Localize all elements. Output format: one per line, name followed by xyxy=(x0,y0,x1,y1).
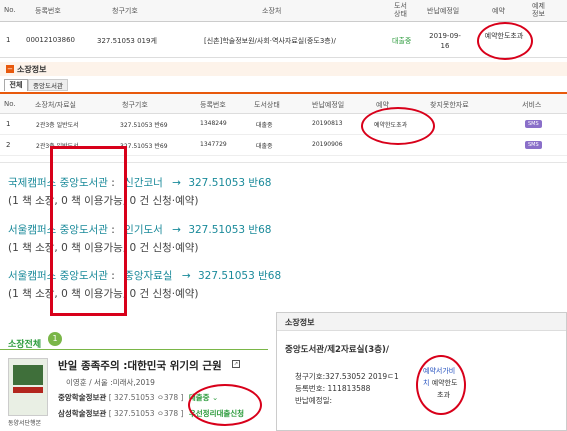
book-cover[interactable] xyxy=(8,358,48,416)
row-location[interactable]: [신촌]학술정보원/사회·역사자료실(중도3층)/ xyxy=(204,36,336,46)
campus-room-3[interactable]: 중앙자료실 xyxy=(124,270,172,282)
r2-reg: 1347729 xyxy=(200,141,227,148)
h-due: 반납예정일 xyxy=(312,101,345,109)
top-table-header: No. 등록번호 청구기호 소장처 도서상태 반납예정일 예약 예제정보 xyxy=(0,0,567,22)
row-reg: 00012103860 xyxy=(26,36,75,44)
arrow-icon: → xyxy=(172,177,181,189)
col-reg: 등록번호 xyxy=(35,7,61,15)
row-no: 1 xyxy=(6,36,11,44)
r1-reg: 1348249 xyxy=(200,120,227,127)
holdings-title-bar: − 소장정보 xyxy=(0,62,567,76)
cover-caption: 동양서단행본 xyxy=(8,420,42,427)
holdings-title: 소장정보 xyxy=(17,65,47,74)
col-info: 예제정보 xyxy=(532,2,545,18)
h-notfound: 찾지못한자료 xyxy=(430,101,469,109)
cover-band-red xyxy=(13,387,43,393)
r1-sms-button[interactable]: SMS xyxy=(525,120,542,128)
holding-lib-2: 삼성학술정보관 xyxy=(58,409,107,418)
r2-call: 327.51053 반69 xyxy=(120,143,168,150)
campus-call-1[interactable]: 327.51053 반68 xyxy=(188,177,271,189)
annotation-rectangle xyxy=(50,146,127,316)
external-link-icon[interactable]: ↗ xyxy=(232,360,240,368)
collapse-icon[interactable]: − xyxy=(6,65,14,73)
r2-due: 20190906 xyxy=(312,141,343,148)
col-no: No. xyxy=(4,6,16,14)
r2-sms-button[interactable]: SMS xyxy=(525,141,542,149)
h-loc: 소장처/자료실 xyxy=(35,101,76,109)
h-no: No. xyxy=(4,100,16,108)
r1-due: 20190813 xyxy=(312,120,343,127)
due-line: 반납예정일: xyxy=(295,396,333,405)
r2-status: 대출중 xyxy=(256,143,273,150)
arrow-icon: → xyxy=(172,224,181,236)
book-title[interactable]: 반일 종족주의 :대한민국 위기의 근원 xyxy=(58,358,222,373)
panel-title-bar: 소장정보 xyxy=(277,313,566,331)
col-status: 도서상태 xyxy=(394,2,407,18)
row-status: 대출중 xyxy=(392,37,412,45)
tab-central[interactable]: 중앙도서관 xyxy=(28,79,68,91)
col-location: 소장처 xyxy=(262,7,282,15)
panel-title: 소장정보 xyxy=(285,318,315,327)
arrow-icon: → xyxy=(181,270,191,282)
annotation-ellipse-bottom-right xyxy=(416,355,466,415)
campus-room-1[interactable]: 신간코너 xyxy=(124,177,163,189)
r1-call: 327.51053 반69 xyxy=(120,122,168,129)
row-call: 327.51053 019게 xyxy=(97,37,157,45)
h-status: 도서상태 xyxy=(254,101,280,109)
holdings-all-tab[interactable]: 소장전체 1 xyxy=(8,332,62,350)
holding-lib-1: 중앙학술정보관 xyxy=(58,393,107,402)
r2-no: 2 xyxy=(6,141,11,149)
r1-no: 1 xyxy=(6,120,11,128)
col-due: 반납예정일 xyxy=(427,7,460,15)
r1-status: 대출중 xyxy=(256,122,273,129)
r1-loc: 2관3층 일반도서 xyxy=(36,122,79,129)
col-reserve: 예약 xyxy=(492,7,505,15)
holding-call-1: [ 327.51053 ㅇ378 ] xyxy=(108,393,184,402)
row-due: 2019-09-16 xyxy=(429,32,461,50)
annotation-ellipse-holdings xyxy=(361,107,435,145)
tab-underline xyxy=(0,349,268,350)
call-line: 청구기호:327.53052 2019ㄷ1 xyxy=(295,372,399,381)
author-line: 이영훈 / 서울 :미래사,2019 xyxy=(66,378,155,387)
h-service: 서비스 xyxy=(522,101,542,109)
holding-call-2: [ 327.51053 ㅇ378 ] xyxy=(108,409,184,418)
annotation-ellipse-bottom-left xyxy=(188,384,262,426)
cover-band xyxy=(13,365,43,385)
annotation-ellipse-top xyxy=(477,22,533,60)
campus-call-3[interactable]: 327.51053 반68 xyxy=(198,270,281,282)
campus-call-2[interactable]: 327.51053 반68 xyxy=(188,224,271,236)
holdings-header: No. 소장처/자료실 청구기호 등록번호 도서상태 반납예정일 예약 찾지못한… xyxy=(0,94,567,114)
reg-line: 등록번호: 111813588 xyxy=(295,384,371,393)
holdings-row-1[interactable]: 1 2관3층 일반도서 327.51053 반69 1348249 대출중 20… xyxy=(0,114,567,135)
tab-all[interactable]: 전체 xyxy=(4,79,28,91)
h-call: 청구기호 xyxy=(122,101,148,109)
col-call: 청구기호 xyxy=(112,7,138,15)
h-reg: 등록번호 xyxy=(200,101,226,109)
location-line: 중앙도서관/제2자료실(3층)/ xyxy=(285,345,390,355)
campus-room-2[interactable]: 인기도서 xyxy=(124,224,163,236)
holdings-section: − 소장정보 전체 중앙도서관 No. 소장처/자료실 청구기호 등록번호 도서… xyxy=(0,62,567,158)
holdings-count-badge: 1 xyxy=(48,332,62,346)
